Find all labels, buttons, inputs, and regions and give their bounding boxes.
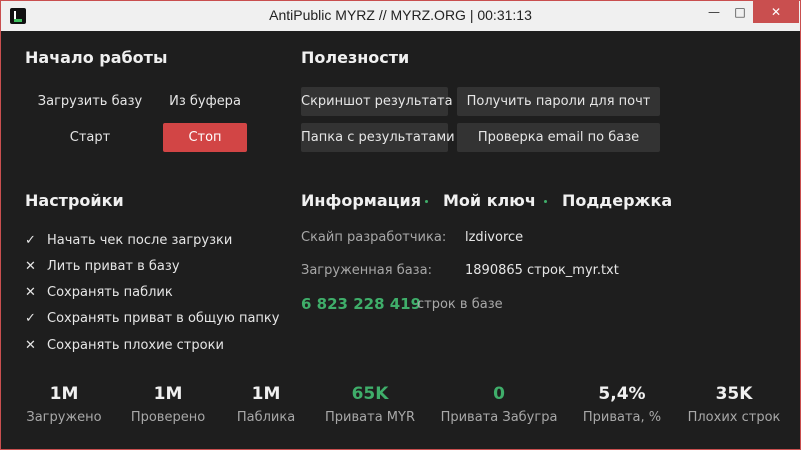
dev-skype-value: lzdivorce [465,230,524,245]
cross-icon: ✕ [25,285,36,300]
tab-support[interactable]: Поддержка [562,191,672,210]
setting-label: Лить приват в базу [47,259,180,274]
start-button[interactable]: Старт [33,123,147,152]
setting-start-check-after-load[interactable]: ✓ Начать чек после загрузки [25,233,232,253]
tab-info[interactable]: Информация [301,191,421,210]
stat-bad-lines: 35K Плохих строк [674,384,794,425]
tools-heading: Полезности [301,48,410,67]
get-passwords-button[interactable]: Получить пароли для почт [457,87,660,116]
stat-value: 65K [351,384,389,404]
stat-value: 5,4% [598,384,646,404]
stat-loaded: 1M Загружено [4,384,124,425]
stat-value: 0 [493,384,505,404]
loaded-db-value: 1890865 строк_myr.txt [465,263,619,278]
setting-push-private-to-db[interactable]: ✕ Лить приват в базу [25,259,180,279]
minimize-icon[interactable]: — [701,1,727,23]
stat-private-myr: 65K Привата MYR [310,384,430,425]
stat-label: Привата Забугра [440,410,558,425]
app-window: AntiPublic MYRZ // MYRZ.ORG | 00:31:13 —… [0,0,801,450]
load-db-button[interactable]: Загрузить базу [33,87,147,116]
rows-count: 6 823 228 419 [301,295,422,313]
setting-label: Начать чек после загрузки [47,233,233,248]
setting-save-private-common-folder[interactable]: ✓ Сохранять приват в общую папку [25,311,279,331]
separator-dot [425,200,428,203]
setting-save-bad-lines[interactable]: ✕ Сохранять плохие строки [25,338,224,358]
loaded-db-label: Загруженная база: [301,263,432,278]
maximize-icon[interactable]: □ [727,1,753,23]
check-email-button[interactable]: Проверка email по базе [457,123,660,152]
setting-label: Сохранять плохие строки [47,338,224,353]
settings-heading: Настройки [25,191,124,210]
stat-label: Привата, % [582,410,662,425]
stat-value: 1M [251,384,281,404]
setting-label: Сохранять паблик [47,285,173,300]
setting-label: Сохранять приват в общую папку [47,311,280,326]
separator-dot [544,200,547,203]
stat-label: Паблика [236,410,296,425]
stat-private-abroad: 0 Привата Забугра [439,384,559,425]
stat-value: 1M [49,384,79,404]
tab-my-key[interactable]: Мой ключ [443,191,536,210]
from-clipboard-button[interactable]: Из буфера [163,87,247,116]
setting-save-public[interactable]: ✕ Сохранять паблик [25,285,173,305]
close-icon[interactable]: ✕ [753,1,799,23]
start-heading: Начало работы [25,48,168,67]
stat-value: 35K [715,384,753,404]
window-title: AntiPublic MYRZ // MYRZ.ORG | 00:31:13 [269,7,532,23]
stop-button[interactable]: Стоп [163,123,247,152]
stat-label: Плохих строк [687,410,781,425]
screenshot-button[interactable]: Скриншот результата [301,87,453,116]
check-icon: ✓ [25,233,36,248]
stat-private-percent: 5,4% Привата, % [562,384,682,425]
stat-public: 1M Паблика [206,384,326,425]
stat-label: Привата MYR [325,410,415,425]
title-bar: AntiPublic MYRZ // MYRZ.ORG | 00:31:13 —… [1,1,800,31]
check-icon: ✓ [25,311,36,326]
cross-icon: ✕ [25,338,36,353]
cross-icon: ✕ [25,259,36,274]
results-folder-button[interactable]: Папка с результатами [301,123,455,152]
rows-label: строк в базе [417,297,503,312]
dev-skype-label: Скайп разработчика: [301,230,447,245]
stat-label: Загружено [26,410,102,425]
